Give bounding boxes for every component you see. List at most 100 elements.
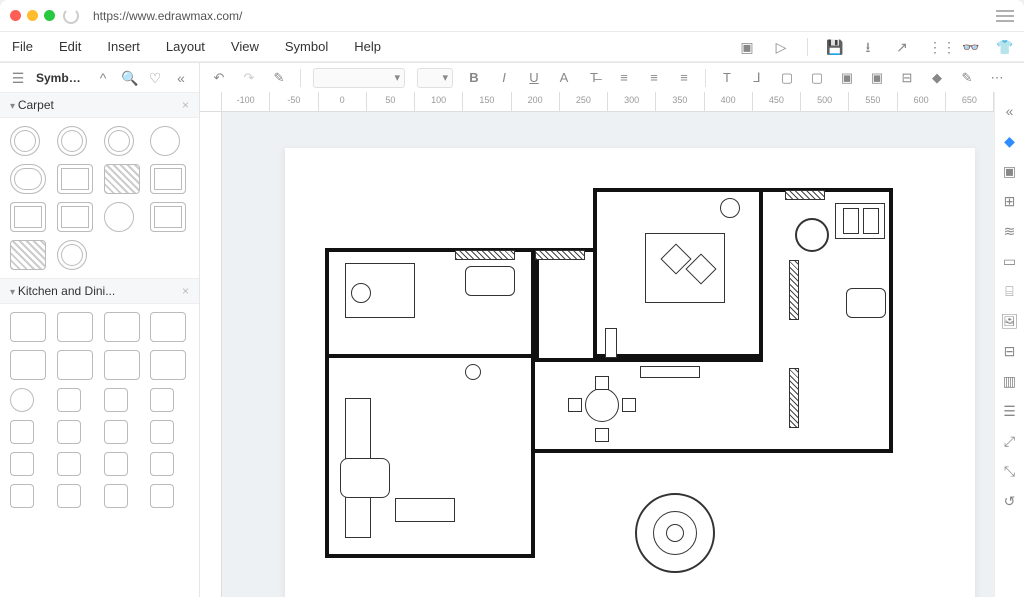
search-icon[interactable]: 🔍 (121, 70, 137, 86)
shape-carpet-3[interactable] (104, 126, 134, 156)
undo-icon[interactable]: ↶ (210, 69, 228, 87)
grid-icon[interactable]: ⊞ (1001, 192, 1019, 210)
shape-carpet-6[interactable] (57, 164, 93, 194)
shape-style-icon[interactable]: ◆ (1001, 132, 1019, 150)
close-panel-icon[interactable]: × (182, 98, 189, 112)
shape-kitchen-17[interactable] (10, 452, 34, 476)
send-back-button[interactable]: ▢ (808, 69, 826, 87)
shape-kitchen-6[interactable] (57, 350, 93, 380)
shape-kitchen-4[interactable] (150, 312, 186, 342)
chevron-up-icon[interactable]: ^ (95, 70, 111, 86)
shape-carpet-14[interactable] (57, 240, 87, 270)
shape-carpet-13[interactable] (10, 240, 46, 270)
play-icon[interactable]: ▷ (773, 39, 789, 55)
shape-kitchen-23[interactable] (104, 484, 128, 508)
expand-icon[interactable]: ▥ (1001, 372, 1019, 390)
url-bar[interactable]: https://www.edrawmax.com/ (87, 9, 988, 23)
shape-kitchen-5[interactable] (10, 350, 46, 380)
heart-icon[interactable]: ♡ (147, 70, 163, 86)
shape-carpet-1[interactable] (10, 126, 40, 156)
fill-color-button[interactable]: ◆ (928, 69, 946, 87)
shape-carpet-11[interactable] (104, 202, 134, 232)
line-color-button[interactable]: ✎ (958, 69, 976, 87)
history-icon[interactable]: ↺ (1001, 492, 1019, 510)
connector-button[interactable]: ⅃ (748, 69, 766, 87)
format-icon[interactable]: ▣ (1001, 162, 1019, 180)
preview-icon[interactable]: 👓 (962, 39, 978, 55)
shape-kitchen-3[interactable] (104, 312, 140, 342)
shape-kitchen-7[interactable] (104, 350, 140, 380)
reload-icon[interactable] (63, 8, 79, 24)
menu-help[interactable]: Help (354, 39, 381, 54)
group-button[interactable]: ▣ (838, 69, 856, 87)
menu-insert[interactable]: Insert (107, 39, 140, 54)
save-icon[interactable]: 💾 (826, 39, 842, 55)
align-left-button[interactable]: ≡ (615, 69, 633, 87)
panel-header-carpet[interactable]: ▾ Carpet × (0, 92, 199, 118)
shape-kitchen-14[interactable] (57, 420, 81, 444)
shape-kitchen-18[interactable] (57, 452, 81, 476)
align-center-button[interactable]: ≡ (645, 69, 663, 87)
shape-kitchen-16[interactable] (150, 420, 174, 444)
shape-kitchen-8[interactable] (150, 350, 186, 380)
align-right-button[interactable]: ≡ (675, 69, 693, 87)
redo-icon[interactable]: ↷ (240, 69, 258, 87)
ungroup-button[interactable]: ▣ (868, 69, 886, 87)
minimize-window-icon[interactable] (27, 10, 38, 21)
underline-button[interactable]: U (525, 69, 543, 87)
shape-carpet-2[interactable] (57, 126, 87, 156)
library-icon[interactable]: ☰ (10, 70, 26, 86)
menu-file[interactable]: File (12, 39, 33, 54)
bold-button[interactable]: B (465, 69, 483, 87)
menu-edit[interactable]: Edit (59, 39, 81, 54)
maximize-window-icon[interactable] (44, 10, 55, 21)
question-icon[interactable]: ☰ (1001, 402, 1019, 420)
shape-carpet-5[interactable] (10, 164, 46, 194)
shape-carpet-8[interactable] (150, 164, 186, 194)
shape-kitchen-12[interactable] (150, 388, 174, 412)
shape-kitchen-13[interactable] (10, 420, 34, 444)
italic-button[interactable]: I (495, 69, 513, 87)
canvas-area[interactable]: -100 -50 0 50 100 150 200 250 300 350 40… (200, 92, 994, 597)
menu-symbol[interactable]: Symbol (285, 39, 328, 54)
shape-carpet-10[interactable] (57, 202, 93, 232)
shape-kitchen-20[interactable] (150, 452, 174, 476)
tshirt-icon[interactable]: 👕 (996, 39, 1012, 55)
font-color-button[interactable]: A (555, 69, 573, 87)
align-button[interactable]: ⊟ (898, 69, 916, 87)
close-panel-icon[interactable]: × (182, 284, 189, 298)
image-icon[interactable]: 🖼 (1001, 312, 1019, 330)
close-window-icon[interactable] (10, 10, 21, 21)
shape-kitchen-21[interactable] (10, 484, 34, 508)
shape-kitchen-19[interactable] (104, 452, 128, 476)
shape-kitchen-9[interactable] (10, 388, 34, 412)
font-select[interactable]: ▾ (313, 68, 405, 88)
panel-header-kitchen[interactable]: ▾ Kitchen and Dini... × (0, 278, 199, 304)
shape-kitchen-2[interactable] (57, 312, 93, 342)
shape-kitchen-15[interactable] (104, 420, 128, 444)
download-icon[interactable]: ⭳ (860, 39, 876, 55)
slideshow-icon[interactable]: ▭ (1001, 252, 1019, 270)
hamburger-menu-icon[interactable] (996, 10, 1014, 22)
menu-view[interactable]: View (231, 39, 259, 54)
shape-carpet-12[interactable] (150, 202, 186, 232)
format-painter-icon[interactable]: ✎ (270, 69, 288, 87)
collapse-right-icon[interactable]: « (1001, 102, 1019, 120)
ruler-icon[interactable]: ⊟ (1001, 342, 1019, 360)
layers-icon[interactable]: ≋ (1001, 222, 1019, 240)
nav-icon[interactable]: ⌸ (1001, 282, 1019, 300)
shape-carpet-4[interactable] (150, 126, 180, 156)
bring-front-button[interactable]: ▢ (778, 69, 796, 87)
shape-kitchen-1[interactable] (10, 312, 46, 342)
shape-carpet-7[interactable] (104, 164, 140, 194)
export-icon[interactable]: ↗ (894, 39, 910, 55)
shape-kitchen-24[interactable] (150, 484, 174, 508)
share-icon[interactable]: ⋮⋮ (928, 39, 944, 55)
collapse-left-icon[interactable]: « (173, 70, 189, 86)
textbox-button[interactable]: T (718, 69, 736, 87)
menu-layout[interactable]: Layout (166, 39, 205, 54)
clear-format-button[interactable]: T̶ (585, 69, 603, 87)
font-size-select[interactable]: ▾ (417, 68, 453, 88)
shape-kitchen-22[interactable] (57, 484, 81, 508)
fullscreen-icon[interactable]: ⤡ (1001, 462, 1019, 480)
